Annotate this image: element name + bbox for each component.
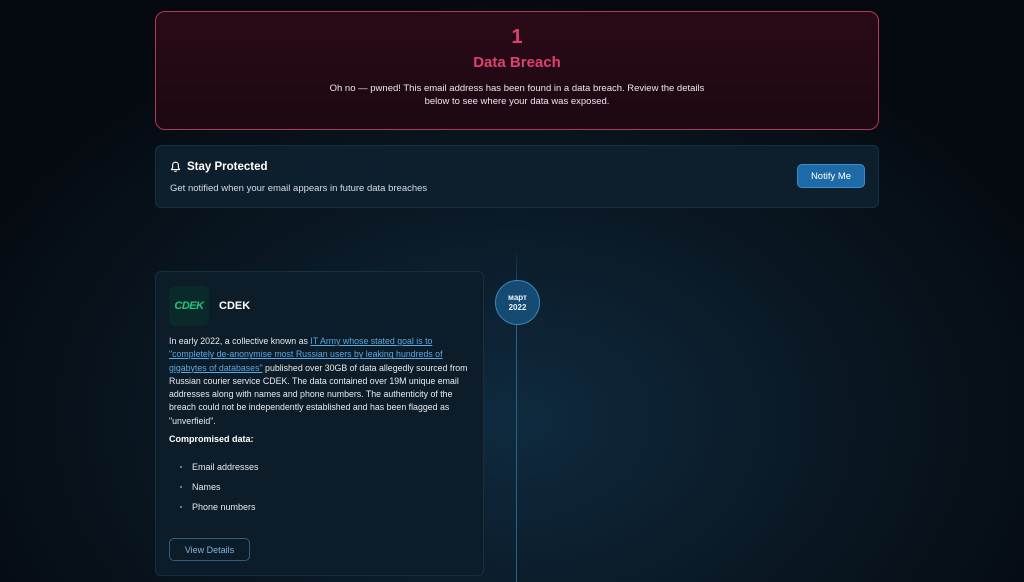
- compromised-data-list: Email addresses Names Phone numbers: [180, 460, 259, 520]
- stay-protected-title: Stay Protected: [187, 161, 268, 173]
- breach-details-text: In early 2022, a collective known as IT …: [169, 335, 469, 428]
- breach-card: CDEK CDEK In early 2022, a collective kn…: [155, 271, 484, 576]
- stay-protected-description: Get notified when your email appears in …: [170, 183, 428, 194]
- breach-title: Data Breach: [473, 54, 561, 71]
- stay-protected-panel: Stay Protected Get notified when your em…: [155, 145, 879, 208]
- timeline-date-bubble: март 2022: [495, 280, 540, 325]
- stay-protected-heading: Stay Protected: [170, 161, 268, 173]
- view-details-button[interactable]: View Details: [169, 538, 250, 561]
- breach-description: Oh no — pwned! This email address has be…: [329, 83, 705, 107]
- list-item: Email addresses: [180, 460, 259, 480]
- cdek-logo: CDEK: [169, 286, 209, 326]
- notify-me-button[interactable]: Notify Me: [797, 164, 865, 188]
- breach-count: 1: [511, 26, 523, 48]
- breach-name: CDEK: [219, 300, 251, 312]
- timeline-year: 2022: [508, 302, 527, 312]
- list-item: Phone numbers: [180, 500, 259, 520]
- bell-icon: [170, 161, 181, 173]
- list-item: Names: [180, 480, 259, 500]
- timeline-month: март: [508, 292, 527, 302]
- breach-desc-part1: In early 2022, a collective known as: [169, 336, 311, 346]
- breach-summary-banner: 1 Data Breach Oh no — pwned! This email …: [155, 11, 879, 130]
- compromised-data-label: Compromised data:: [169, 434, 254, 444]
